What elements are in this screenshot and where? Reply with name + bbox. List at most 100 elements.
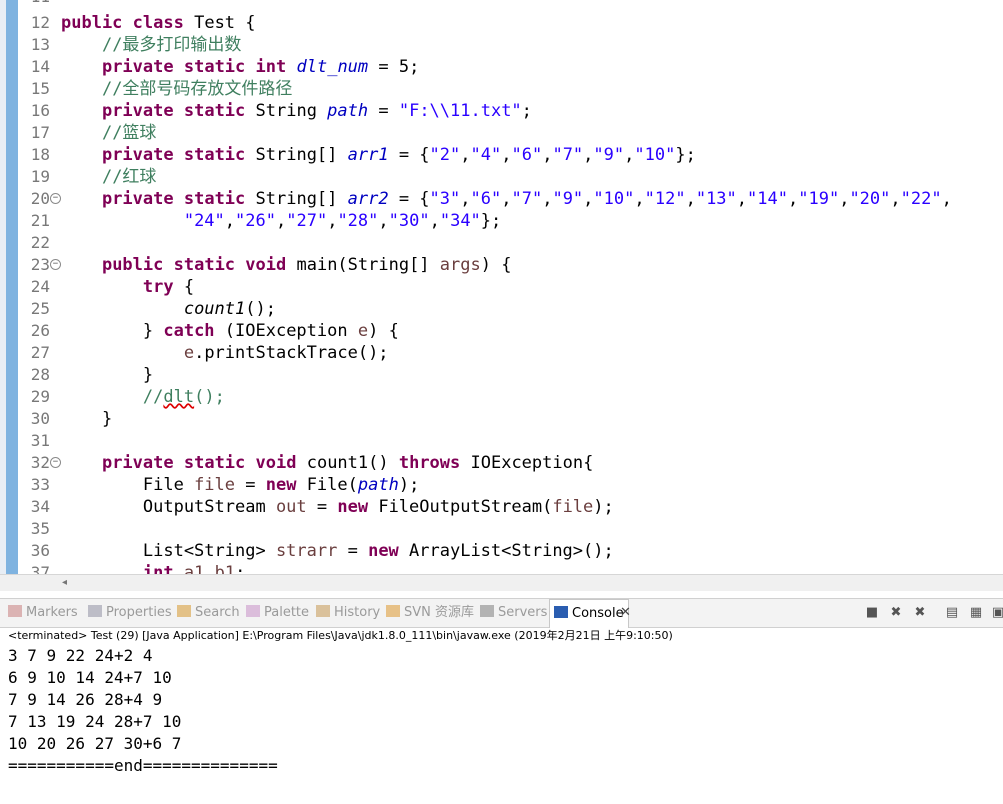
- code-line[interactable]: 28 }: [0, 364, 1003, 386]
- code-text[interactable]: }: [61, 408, 112, 430]
- line-number: 21: [30, 211, 50, 230]
- tab-history[interactable]: History: [316, 599, 380, 627]
- remove-all-terminated-icon[interactable]: ✖: [912, 605, 928, 621]
- code-line[interactable]: 35: [0, 518, 1003, 540]
- code-line[interactable]: 32− private static void count1() throws …: [0, 452, 1003, 474]
- scroll-lock-icon[interactable]: ▤: [944, 605, 960, 621]
- code-line[interactable]: 16 private static String path = "F:\\11.…: [0, 100, 1003, 122]
- code-text[interactable]: int a1,b1;: [61, 562, 245, 574]
- line-number: 11: [20, 0, 50, 8]
- console-output-line: 7 9 14 26 28+4 9: [8, 690, 163, 709]
- code-line[interactable]: 20− private static String[] arr2 = {"3",…: [0, 188, 1003, 210]
- code-line[interactable]: 31: [0, 430, 1003, 452]
- line-number: 29: [30, 387, 50, 406]
- code-text[interactable]: //篮球: [61, 122, 156, 144]
- code-editor[interactable]: 1112public class Test {13 //最多打印输出数14 pr…: [0, 0, 1003, 574]
- code-line[interactable]: 27 e.printStackTrace();: [0, 342, 1003, 364]
- code-line[interactable]: 14 private static int dlt_num = 5;: [0, 56, 1003, 78]
- fold-toggle-icon[interactable]: −: [50, 259, 61, 270]
- code-text[interactable]: } catch (IOException e) {: [61, 320, 399, 342]
- tab-markers[interactable]: Markers: [8, 599, 78, 627]
- code-text[interactable]: private static String path = "F:\\11.txt…: [61, 100, 532, 122]
- code-line[interactable]: 19 //红球: [0, 166, 1003, 188]
- tab-label: Console: [572, 606, 624, 621]
- line-number: 14: [30, 57, 50, 76]
- tab-console[interactable]: Console: [549, 599, 629, 628]
- tab-label: Search: [195, 605, 240, 620]
- editor-horizontal-scrollbar[interactable]: ◂: [0, 574, 1003, 591]
- close-console-icon[interactable]: ✕: [620, 599, 631, 627]
- code-line[interactable]: 34 OutputStream out = new FileOutputStre…: [0, 496, 1003, 518]
- code-text[interactable]: private static String[] arr2 = {"3","6",…: [61, 188, 952, 210]
- code-line[interactable]: 24 try {: [0, 276, 1003, 298]
- code-text[interactable]: e.printStackTrace();: [61, 342, 389, 364]
- scroll-left-arrow-icon[interactable]: ◂: [62, 575, 67, 591]
- markers-icon: [8, 605, 22, 617]
- line-number: 13: [30, 35, 50, 54]
- remove-launch-icon[interactable]: ✖: [888, 605, 904, 621]
- tab-label: Palette: [264, 605, 310, 620]
- tab-servers[interactable]: Servers: [480, 599, 547, 627]
- properties-icon: [88, 605, 102, 617]
- svn-icon: [386, 605, 400, 617]
- code-line[interactable]: 17 //篮球: [0, 122, 1003, 144]
- code-text[interactable]: count1();: [61, 298, 276, 320]
- line-number: 33: [30, 475, 50, 494]
- console-icon: [554, 606, 568, 618]
- fold-toggle-icon[interactable]: −: [50, 193, 61, 204]
- code-line[interactable]: 12 public class Test {: [0, 12, 1003, 34]
- line-number: 26: [30, 321, 50, 340]
- code-line[interactable]: 15 //全部号码存放文件路径: [0, 78, 1003, 100]
- code-line[interactable]: 13 //最多打印输出数: [0, 34, 1003, 56]
- pin-console-icon[interactable]: ▣: [990, 605, 1003, 621]
- line-number: 24: [30, 277, 50, 296]
- code-line[interactable]: 18 private static String[] arr1 = {"2","…: [0, 144, 1003, 166]
- tab-label: SVN 资源库: [404, 605, 475, 620]
- console-output-line: 7 13 19 24 28+7 10: [8, 712, 182, 731]
- line-number: 17: [30, 123, 50, 142]
- code-line[interactable]: 33 File file = new File(path);: [0, 474, 1003, 496]
- code-line[interactable]: 36 List<String> strarr = new ArrayList<S…: [0, 540, 1003, 562]
- code-line[interactable]: 11: [0, 0, 1003, 8]
- code-text[interactable]: public static void main(String[] args) {: [61, 254, 512, 276]
- code-text[interactable]: //最多打印输出数: [61, 34, 241, 56]
- line-number: 31: [30, 431, 50, 450]
- tab-svn-repository[interactable]: SVN 资源库: [386, 599, 474, 627]
- code-text[interactable]: OutputStream out = new FileOutputStream(…: [61, 496, 614, 518]
- code-line[interactable]: 26 } catch (IOException e) {: [0, 320, 1003, 342]
- code-text[interactable]: File file = new File(path);: [61, 474, 419, 496]
- fold-toggle-icon[interactable]: −: [50, 457, 61, 468]
- code-text[interactable]: }: [61, 364, 153, 386]
- line-number: 15: [30, 79, 50, 98]
- code-line[interactable]: 23− public static void main(String[] arg…: [0, 254, 1003, 276]
- console-output-line: 3 7 9 22 24+2 4: [8, 646, 153, 665]
- code-text[interactable]: "24","26","27","28","30","34"};: [61, 210, 501, 232]
- code-line[interactable]: 37 int a1,b1;: [0, 562, 1003, 574]
- code-text[interactable]: //红球: [61, 166, 156, 188]
- code-text[interactable]: List<String> strarr = new ArrayList<Stri…: [61, 540, 614, 562]
- code-text[interactable]: private static String[] arr1 = {"2","4",…: [61, 144, 696, 166]
- word-wrap-icon[interactable]: ▦: [968, 605, 984, 621]
- line-number: 22: [30, 233, 50, 252]
- code-text[interactable]: //全部号码存放文件路径: [61, 78, 292, 100]
- tab-search[interactable]: Search: [177, 599, 240, 627]
- line-number: 20: [30, 189, 50, 208]
- code-text[interactable]: try {: [61, 276, 194, 298]
- code-line[interactable]: 21 "24","26","27","28","30","34"};: [0, 210, 1003, 232]
- servers-icon: [480, 605, 494, 617]
- code-line[interactable]: 25 count1();: [0, 298, 1003, 320]
- code-text[interactable]: //dlt();: [61, 386, 225, 408]
- code-line[interactable]: 30 }: [0, 408, 1003, 430]
- terminate-button-icon[interactable]: ■: [864, 605, 880, 621]
- code-text[interactable]: private static void count1() throws IOEx…: [61, 452, 593, 474]
- code-text[interactable]: private static int dlt_num = 5;: [61, 56, 419, 78]
- code-line[interactable]: 22: [0, 232, 1003, 254]
- code-text[interactable]: public class Test {: [61, 12, 256, 34]
- console-output-line: 10 20 26 27 30+6 7: [8, 734, 182, 753]
- tab-palette[interactable]: Palette: [246, 599, 309, 627]
- tab-properties[interactable]: Properties: [88, 599, 172, 627]
- line-number: 32: [30, 453, 50, 472]
- line-number: 28: [30, 365, 50, 384]
- code-line[interactable]: 29 //dlt();: [0, 386, 1003, 408]
- console-output[interactable]: 3 7 9 22 24+2 4 6 9 10 14 24+7 10 7 9 14 2…: [0, 645, 1003, 804]
